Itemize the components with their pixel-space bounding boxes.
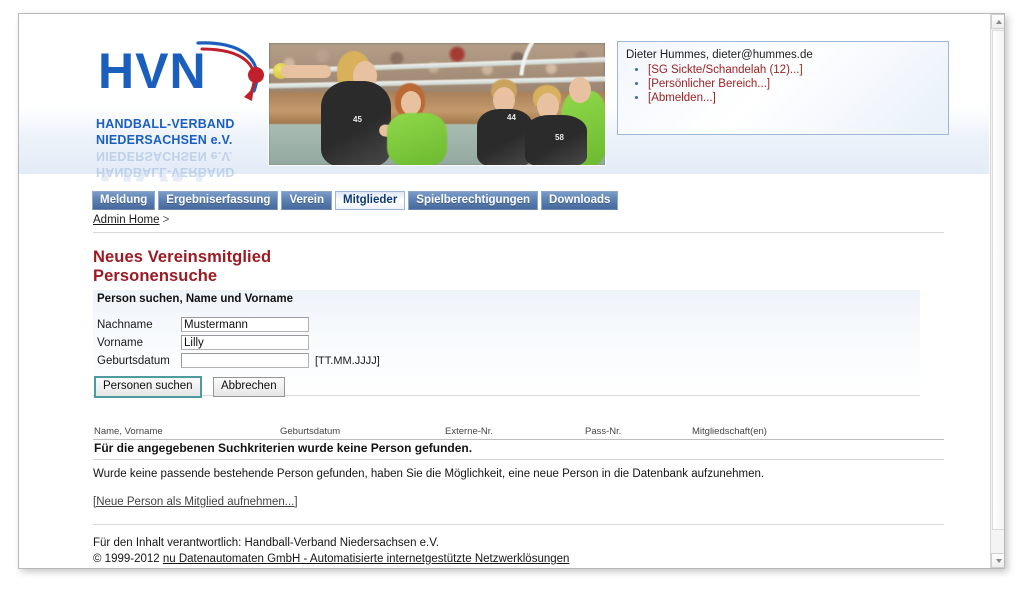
panel-button-row: Personen suchen Abbrechen	[94, 376, 285, 398]
personal-area-link[interactable]: [Persönlicher Bereich...]	[648, 78, 770, 90]
breadcrumb-divider	[93, 232, 944, 233]
panel-heading: Person suchen, Name und Vorname	[97, 293, 293, 305]
club-link[interactable]: [SG Sickte/Schandelah (12)...]	[648, 64, 803, 76]
tab-ergebniserfassung[interactable]: Ergebniserfassung	[158, 191, 279, 210]
label-nachname: Nachname	[97, 319, 153, 331]
browser-window: HVN HANDBALL-VERBAND NIEDERSACHSEN e.V. …	[18, 13, 1005, 569]
vorname-input[interactable]	[181, 335, 309, 350]
column-header-name: Name, Vorname	[94, 426, 163, 437]
tab-downloads[interactable]: Downloads	[541, 191, 619, 210]
geburtsdatum-format-hint: [TT.MM.JJJJ]	[315, 355, 380, 367]
vertical-scrollbar[interactable]	[990, 14, 1004, 568]
tab-spielberechtigungen[interactable]: Spielberechtigungen	[408, 191, 539, 210]
scroll-down-button[interactable]	[991, 553, 1004, 568]
site-header: HVN HANDBALL-VERBAND NIEDERSACHSEN e.V. …	[19, 14, 989, 189]
banner-player1-arm	[281, 65, 331, 78]
banner-player-bg-face	[569, 77, 591, 103]
hvn-logo[interactable]: HVN HANDBALL-VERBAND NIEDERSACHSEN e.V. …	[92, 29, 264, 189]
label-vorname: Vorname	[97, 337, 144, 349]
column-header-pass-nr: Pass-Nr.	[585, 426, 622, 437]
logo-reflection-acronym: HVN	[98, 173, 207, 189]
footer-responsible: Für den Inhalt verantwortlich: Handball-…	[93, 537, 440, 549]
header-banner-photo: 45 44 58	[268, 42, 606, 166]
results-header-divider	[93, 439, 944, 440]
scroll-up-button[interactable]	[991, 14, 1004, 29]
main-navigation: Meldung Ergebniserfassung Verein Mitglie…	[92, 191, 619, 210]
breadcrumb-separator: >	[162, 214, 170, 226]
logo-line-1: HANDBALL-VERBAND	[96, 117, 235, 131]
logout-link[interactable]: [Abmelden...]	[648, 92, 716, 104]
site-footer: Für den Inhalt verantwortlich: Handball-…	[93, 535, 569, 568]
abbrechen-button[interactable]: Abbrechen	[212, 377, 285, 397]
page-subtitle: Personensuche	[93, 267, 218, 285]
page-viewport: HVN HANDBALL-VERBAND NIEDERSACHSEN e.V. …	[19, 14, 989, 568]
footer-copyright: © 1999-2012	[93, 553, 160, 565]
column-header-mitgliedschaft: Mitgliedschaft(en)	[692, 426, 767, 437]
label-geburtsdatum: Geburtsdatum	[97, 355, 170, 367]
footer-divider	[93, 524, 944, 525]
chevron-up-icon	[995, 19, 1002, 24]
user-name-email: Dieter Hummes, dieter@hummes.de	[626, 49, 813, 61]
footer-links-line: Kontakt, Impressum	[93, 567, 569, 568]
column-header-geburtsdatum: Geburtsdatum	[280, 426, 341, 437]
banner-player4-number: 58	[555, 133, 564, 142]
footer-vendor-link[interactable]: nu Datenautomaten GmbH - Automatisierte …	[163, 553, 570, 565]
logo-line-2: NIEDERSACHSEN e.V.	[96, 133, 233, 147]
list-item[interactable]: [Persönlicher Bereich...]	[648, 77, 940, 91]
new-person-link[interactable]: [Neue Person als Mitglied aufnehmen...]	[93, 496, 298, 508]
scrollbar-thumb[interactable]	[992, 30, 1004, 530]
banner-player2-body	[387, 113, 447, 165]
footer-copyright-line: © 1999-2012 nu Datenautomaten GmbH - Aut…	[93, 551, 569, 567]
logo-reflection-line-2: NIEDERSACHSEN e.V.	[96, 149, 233, 163]
person-search-panel: Person suchen, Name und Vorname Nachname…	[93, 290, 920, 398]
tab-meldung[interactable]: Meldung	[92, 191, 156, 210]
list-item[interactable]: [SG Sickte/Schandelah (12)...]	[648, 63, 940, 77]
breadcrumb-admin-home[interactable]: Admin Home	[93, 214, 159, 226]
breadcrumb: Admin Home >	[93, 214, 169, 226]
personen-suchen-button[interactable]: Personen suchen	[94, 376, 202, 398]
logo-acronym: HVN	[98, 43, 207, 99]
chevron-down-icon	[995, 558, 1002, 563]
list-item[interactable]: [Abmelden...]	[648, 91, 940, 105]
window-inner: HVN HANDBALL-VERBAND NIEDERSACHSEN e.V. …	[19, 14, 1004, 568]
nachname-input[interactable]	[181, 317, 309, 332]
no-results-message: Für die angegebenen Suchkriterien wurde …	[94, 441, 473, 455]
geburtsdatum-input[interactable]	[181, 353, 309, 368]
banner-player1-number: 45	[353, 115, 362, 124]
page-title: Neues Vereinsmitglied	[93, 248, 272, 266]
user-links-list: [SG Sickte/Schandelah (12)...] [Persönli…	[626, 63, 940, 105]
banner-player3-number: 44	[507, 113, 516, 122]
user-info-box: Dieter Hummes, dieter@hummes.de [SG Sick…	[617, 41, 949, 135]
banner-player2-face	[401, 91, 421, 115]
logo-swoosh-icon	[196, 41, 264, 101]
page-content: HVN HANDBALL-VERBAND NIEDERSACHSEN e.V. …	[19, 14, 989, 568]
column-header-externe-nr: Externe-Nr.	[445, 426, 494, 437]
results-footer-divider	[93, 459, 944, 460]
tab-verein[interactable]: Verein	[281, 191, 332, 210]
info-text: Wurde keine passende bestehende Person g…	[93, 468, 765, 480]
tab-mitglieder[interactable]: Mitglieder	[334, 191, 406, 210]
